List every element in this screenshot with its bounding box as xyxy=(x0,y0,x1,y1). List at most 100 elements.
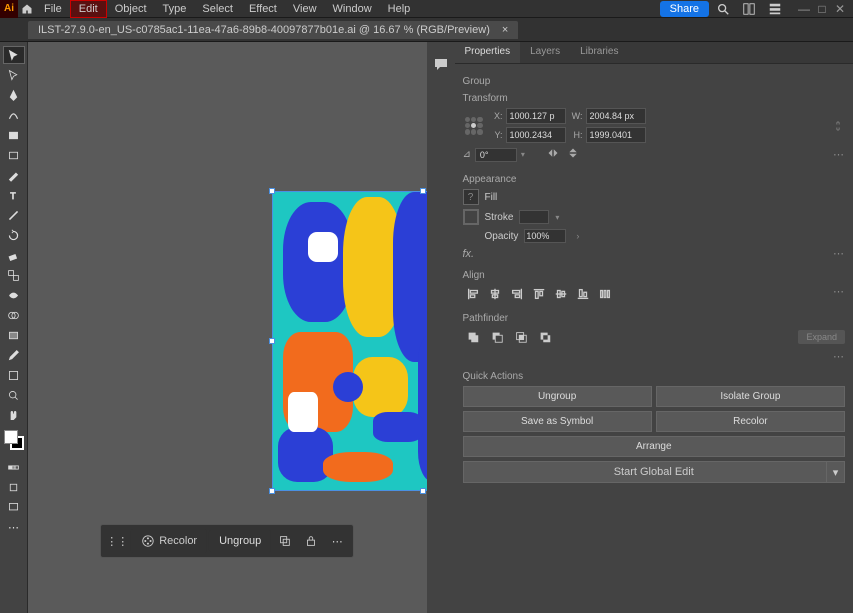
align-vcenter-button[interactable] xyxy=(551,285,571,303)
rotate-input[interactable] xyxy=(475,148,517,162)
menu-type[interactable]: Type xyxy=(155,1,195,17)
distribute-button[interactable] xyxy=(595,285,615,303)
rectangle-tool[interactable] xyxy=(3,126,25,144)
curvature-tool[interactable] xyxy=(3,106,25,124)
align-top-button[interactable] xyxy=(529,285,549,303)
direct-selection-tool[interactable] xyxy=(3,66,25,84)
more-options-icon[interactable]: ⋯ xyxy=(325,529,349,553)
y-input[interactable] xyxy=(506,127,566,143)
menu-help[interactable]: Help xyxy=(380,1,419,17)
align-hcenter-button[interactable] xyxy=(485,285,505,303)
align-more-icon[interactable]: ⋯ xyxy=(833,285,845,303)
draw-mode-icon[interactable] xyxy=(3,478,25,496)
shape-builder-tool[interactable] xyxy=(3,306,25,324)
edit-toolbar-icon[interactable]: ⋯ xyxy=(3,518,25,536)
tab-libraries[interactable]: Libraries xyxy=(570,42,628,63)
ungroup-button[interactable]: Ungroup xyxy=(209,530,271,552)
tab-properties[interactable]: Properties xyxy=(455,42,521,63)
stroke-swatch-panel[interactable] xyxy=(463,209,479,225)
fill-swatch-panel[interactable]: ? xyxy=(463,189,479,205)
menu-edit[interactable]: Edit xyxy=(70,0,107,18)
reference-point-selector[interactable] xyxy=(463,115,485,137)
flip-vertical-icon[interactable] xyxy=(567,147,579,162)
ellipse-tool[interactable] xyxy=(3,146,25,164)
selection-handle[interactable] xyxy=(269,488,275,494)
lock-icon[interactable] xyxy=(299,529,323,553)
chevron-down-icon[interactable]: ▾ xyxy=(826,462,844,482)
menu-view[interactable]: View xyxy=(285,1,325,17)
pathfinder-minus-front-button[interactable] xyxy=(487,328,507,346)
arrange-documents-icon[interactable] xyxy=(737,0,761,18)
duplicate-icon[interactable] xyxy=(273,529,297,553)
selection-handle[interactable] xyxy=(420,188,426,194)
pen-tool[interactable] xyxy=(3,86,25,104)
eyedropper-tool[interactable] xyxy=(3,346,25,364)
type-tool[interactable]: T xyxy=(3,186,25,204)
selection-handle[interactable] xyxy=(420,488,426,494)
close-button[interactable]: ✕ xyxy=(831,0,849,18)
width-tool[interactable] xyxy=(3,286,25,304)
qa-isolate-group-button[interactable]: Isolate Group xyxy=(656,386,845,407)
menu-select[interactable]: Select xyxy=(194,1,241,17)
hand-tool[interactable] xyxy=(3,406,25,424)
pathfinder-expand-button[interactable]: Expand xyxy=(798,330,845,344)
appearance-section-title: Appearance xyxy=(463,174,846,185)
menu-window[interactable]: Window xyxy=(325,1,380,17)
qa-recolor-button[interactable]: Recolor xyxy=(656,411,845,432)
screen-mode-icon[interactable] xyxy=(3,498,25,516)
opacity-arrow-icon[interactable]: › xyxy=(576,231,579,241)
fill-stroke-swatches[interactable] xyxy=(4,430,24,450)
tab-layers[interactable]: Layers xyxy=(520,42,570,63)
eraser-tool[interactable] xyxy=(3,246,25,264)
qa-ungroup-button[interactable]: Ungroup xyxy=(463,386,652,407)
qa-start-global-edit-button[interactable]: Start Global Edit ▾ xyxy=(463,461,846,483)
artboard[interactable] xyxy=(273,192,427,490)
document-tab[interactable]: ILST-27.9.0-en_US-c0785ac1-11ea-47a6-89b… xyxy=(28,21,518,39)
align-left-button[interactable] xyxy=(463,285,483,303)
align-bottom-button[interactable] xyxy=(573,285,593,303)
effects-fx-button[interactable]: fx. xyxy=(463,248,475,260)
pathfinder-exclude-button[interactable] xyxy=(535,328,555,346)
stroke-weight-input[interactable] xyxy=(519,210,549,224)
selection-handle[interactable] xyxy=(269,338,275,344)
pathfinder-intersect-button[interactable] xyxy=(511,328,531,346)
canvas[interactable]: ⋮⋮ Recolor Ungroup ⋯ xyxy=(28,42,427,613)
fill-swatch[interactable] xyxy=(4,430,18,444)
h-input[interactable] xyxy=(586,127,646,143)
tab-close-icon[interactable]: × xyxy=(502,24,508,36)
constrain-proportions-icon[interactable] xyxy=(831,119,845,133)
share-button[interactable]: Share xyxy=(660,1,709,17)
x-input[interactable] xyxy=(506,108,566,124)
appearance-more-icon[interactable]: ⋯ xyxy=(833,247,845,260)
menu-effect[interactable]: Effect xyxy=(241,1,285,17)
comments-panel-icon[interactable] xyxy=(431,54,451,74)
rotate-tool[interactable] xyxy=(3,226,25,244)
minimize-button[interactable]: — xyxy=(795,0,813,18)
artboard-tool[interactable] xyxy=(3,366,25,384)
qa-save-as-symbol-button[interactable]: Save as Symbol xyxy=(463,411,652,432)
gradient-tool[interactable] xyxy=(3,326,25,344)
workspace-icon[interactable] xyxy=(763,0,787,18)
search-icon[interactable] xyxy=(711,0,735,18)
color-mode-icon[interactable] xyxy=(3,458,25,476)
qa-arrange-button[interactable]: Arrange xyxy=(463,436,846,457)
paintbrush-tool[interactable] xyxy=(3,166,25,184)
line-tool[interactable] xyxy=(3,206,25,224)
selection-handle[interactable] xyxy=(269,188,275,194)
menu-file[interactable]: File xyxy=(36,1,70,17)
menu-object[interactable]: Object xyxy=(107,1,155,17)
pathfinder-more-icon[interactable]: ⋯ xyxy=(833,351,845,363)
scale-tool[interactable] xyxy=(3,266,25,284)
home-icon[interactable] xyxy=(18,0,36,18)
selection-tool[interactable] xyxy=(3,46,25,64)
maximize-button[interactable]: □ xyxy=(813,0,831,18)
w-input[interactable] xyxy=(586,108,646,124)
flip-horizontal-icon[interactable] xyxy=(547,147,559,162)
zoom-tool[interactable] xyxy=(3,386,25,404)
transform-more-icon[interactable]: ⋯ xyxy=(833,148,845,161)
align-right-button[interactable] xyxy=(507,285,527,303)
pathfinder-unite-button[interactable] xyxy=(463,328,483,346)
drag-handle-icon[interactable]: ⋮⋮ xyxy=(105,529,129,553)
recolor-button[interactable]: Recolor xyxy=(131,529,207,553)
opacity-input[interactable] xyxy=(524,229,566,243)
